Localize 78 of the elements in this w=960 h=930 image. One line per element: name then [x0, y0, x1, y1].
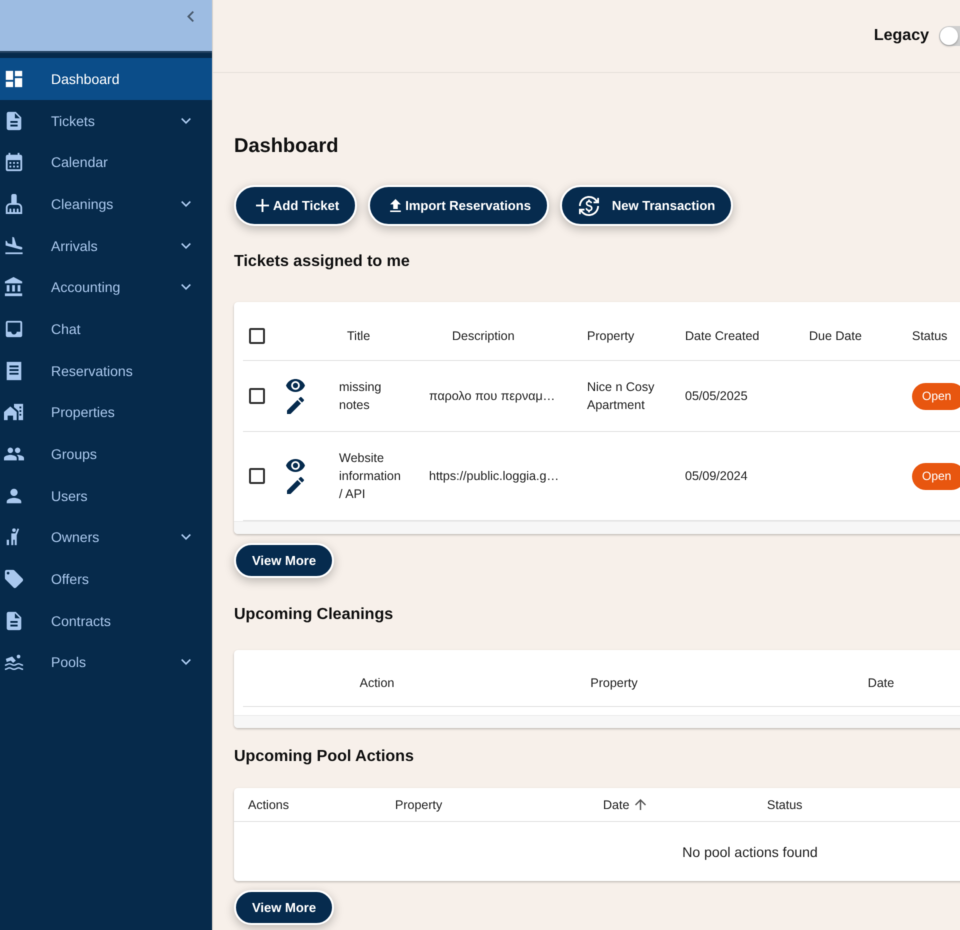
sidebar-item[interactable]: Pools: [0, 642, 212, 684]
sidebar-item[interactable]: Properties: [0, 392, 212, 434]
column-header: Due Date: [809, 329, 862, 343]
row-checkbox[interactable]: [249, 468, 265, 484]
table-cell: 05/05/2025: [685, 389, 748, 403]
column-header: Property: [587, 329, 634, 343]
sidebar-item[interactable]: Owners: [0, 516, 212, 558]
table-cell: Website information / API: [339, 451, 401, 501]
chevron-down-icon: [181, 659, 191, 666]
arrow-up-icon[interactable]: [635, 799, 646, 810]
sidebar-item[interactable]: Cleanings: [0, 183, 212, 225]
pencil-icon[interactable]: [287, 476, 304, 494]
action-button[interactable]: New Transaction: [560, 185, 734, 226]
view-more-button[interactable]: View More: [234, 890, 334, 925]
section-title: Tickets assigned to me: [234, 252, 411, 271]
section-title: Upcoming Cleanings: [234, 605, 394, 624]
empty-message: No pool actions found: [682, 844, 818, 860]
legacy-label: Legacy: [874, 27, 929, 45]
document-icon: [4, 110, 24, 131]
sidebar-item[interactable]: Calendar: [0, 141, 212, 184]
sidebar-item[interactable]: Contracts: [0, 600, 212, 642]
column-header[interactable]: Actions: [248, 798, 289, 812]
plane-landing-icon: [4, 236, 24, 256]
column-header: Property: [590, 676, 638, 690]
column-header: Description: [452, 329, 515, 343]
column-header[interactable]: Status: [767, 798, 802, 812]
sidebar-item[interactable]: Chat: [0, 308, 212, 350]
table-cell: παρολο που περναμ…: [429, 389, 556, 403]
swimmer-icon: [4, 652, 24, 672]
table-cell: missing notes: [339, 380, 382, 412]
chevron-down-icon: [181, 284, 191, 290]
action-button[interactable]: Add Ticket: [234, 185, 358, 226]
buildings-icon: [4, 402, 24, 422]
brush-icon: [4, 194, 24, 214]
table-cell: 05/09/2024: [685, 469, 748, 483]
chevron-down-icon: [181, 534, 191, 540]
column-header: Action: [360, 676, 394, 690]
sidebar-item[interactable]: Reservations: [0, 350, 212, 392]
currency-exchange-icon: [578, 196, 600, 216]
inbox-icon: [4, 318, 24, 339]
calendar-icon: [4, 152, 24, 172]
status-badge: Open: [912, 382, 960, 410]
eye-icon[interactable]: [286, 378, 305, 392]
table-cell: https://public.loggia.g…: [429, 469, 559, 483]
bank-icon: [4, 277, 24, 298]
eye-icon[interactable]: [286, 458, 305, 472]
section-title: Upcoming Pool Actions: [234, 747, 415, 766]
document-icon: [4, 610, 24, 631]
plus-icon: [256, 199, 269, 212]
chevron-down-icon: [181, 200, 191, 207]
sidebar-item[interactable]: Users: [0, 474, 212, 517]
column-header: Status: [912, 329, 948, 343]
status-badge: Open: [912, 462, 960, 490]
dashboard-icon: [4, 68, 24, 89]
upload-icon: [390, 199, 402, 212]
column-header: Date: [868, 676, 894, 690]
column-header: Title: [347, 329, 370, 343]
chevron-down-icon: [181, 242, 191, 249]
page-title: Dashboard: [234, 134, 340, 158]
tag-icon: [4, 569, 24, 590]
row-checkbox[interactable]: [249, 388, 265, 404]
sidebar-item[interactable]: Tickets: [0, 100, 212, 142]
column-header[interactable]: Date: [603, 798, 630, 812]
column-header: Date Created: [685, 329, 760, 343]
sidebar-item[interactable]: Accounting: [0, 266, 212, 308]
sidebar-item[interactable]: Arrivals: [0, 224, 212, 266]
table-cell: Nice n Cosy Apartment: [587, 380, 654, 412]
sidebar-item[interactable]: Dashboard: [0, 58, 212, 100]
list-icon: [4, 360, 24, 381]
sidebar-item[interactable]: Offers: [0, 558, 212, 600]
pencil-icon[interactable]: [287, 396, 304, 414]
column-header[interactable]: Property: [395, 798, 442, 812]
sidebar-item[interactable]: Groups: [0, 433, 212, 475]
chevron-left-icon[interactable]: [187, 11, 194, 22]
chevron-down-icon: [181, 118, 191, 124]
view-more-button[interactable]: View More: [234, 543, 334, 578]
select-all-checkbox[interactable]: [249, 328, 265, 344]
action-button[interactable]: Import Reservations: [368, 185, 549, 226]
